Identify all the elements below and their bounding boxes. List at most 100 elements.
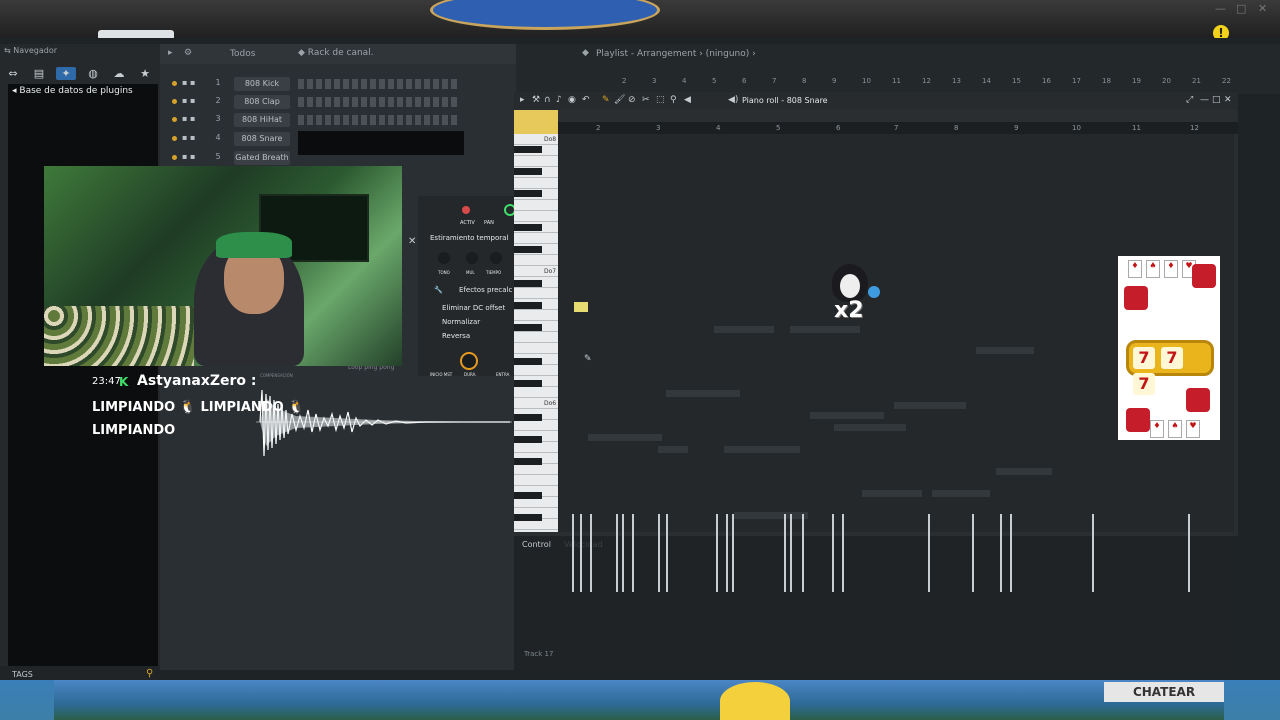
ghost-note[interactable] bbox=[734, 512, 808, 519]
mute-led[interactable] bbox=[172, 136, 177, 141]
arrow-right-icon[interactable]: ▸ bbox=[520, 95, 525, 105]
channel-row[interactable]: ▪ ▪ 4 808 Snare bbox=[168, 131, 508, 155]
channel-row[interactable]: ▪ ▪ 2 808 Clap bbox=[168, 94, 508, 110]
mute-led[interactable] bbox=[172, 99, 177, 104]
browser-title: ⇆ Navegador bbox=[4, 46, 58, 55]
arrow-right-icon[interactable]: ▸ bbox=[168, 48, 173, 58]
pan-icon[interactable]: ▪ ▪ bbox=[182, 133, 195, 142]
play-icon[interactable]: ◀ bbox=[684, 95, 691, 105]
activ-led[interactable] bbox=[462, 206, 470, 214]
duration-knob[interactable] bbox=[460, 352, 478, 370]
tiempo-knob[interactable] bbox=[490, 252, 502, 264]
step-sequencer[interactable] bbox=[298, 115, 458, 125]
magnet-icon[interactable]: ∩ bbox=[544, 95, 551, 105]
pencil-icon[interactable]: ✎ bbox=[602, 95, 610, 105]
pan-icon[interactable]: ▪ ▪ bbox=[182, 96, 195, 105]
ghost-note[interactable] bbox=[996, 468, 1052, 475]
ruler-tick: 9 bbox=[1014, 124, 1019, 132]
cloud-icon[interactable]: ☁ bbox=[106, 67, 132, 80]
wrench-icon[interactable]: ⚒ bbox=[532, 95, 540, 105]
tree-item-plugin-database[interactable]: ◂ Base de datos de plugins bbox=[8, 84, 158, 98]
pan-icon[interactable]: ▪ ▪ bbox=[182, 78, 195, 87]
gear-icon[interactable]: ⚙ bbox=[184, 48, 192, 58]
ghost-note[interactable] bbox=[666, 390, 740, 397]
detach-icon[interactable]: ⤢ bbox=[1186, 95, 1193, 105]
control-label[interactable]: Control bbox=[522, 540, 551, 549]
step-sequencer[interactable] bbox=[298, 79, 458, 89]
pan-icon[interactable]: ▪ ▪ bbox=[182, 152, 195, 161]
option-normalize[interactable]: Normalizar bbox=[442, 318, 480, 326]
ghost-note[interactable] bbox=[810, 412, 884, 419]
step-sequencer[interactable] bbox=[298, 97, 458, 107]
ruler-tick: 4 bbox=[682, 77, 687, 85]
select-icon[interactable]: ⬚ bbox=[656, 95, 665, 105]
option-reverse[interactable]: Reversa bbox=[442, 332, 470, 340]
ghost-note[interactable] bbox=[834, 424, 906, 431]
zoom-icon[interactable]: ⚲ bbox=[670, 95, 677, 105]
channel-number: 3 bbox=[215, 114, 221, 123]
mute-led[interactable] bbox=[172, 81, 177, 86]
mute-led[interactable] bbox=[172, 117, 177, 122]
star-icon[interactable]: ★ bbox=[132, 67, 158, 80]
channel-name[interactable]: 808 Kick bbox=[234, 77, 290, 91]
velocity-lane[interactable] bbox=[570, 514, 1224, 636]
ghost-note[interactable] bbox=[862, 490, 922, 497]
playlist-ruler[interactable]: 2 3 4 5 6 7 8 9 10 11 12 13 14 15 16 17 … bbox=[596, 77, 1276, 87]
ghost-note[interactable] bbox=[588, 434, 662, 441]
section-title: Estiramiento temporal bbox=[430, 234, 509, 242]
channel-row[interactable]: ▪ ▪ 3 808 HiHat bbox=[168, 112, 508, 128]
speaker-icon[interactable]: ◀) bbox=[728, 95, 738, 105]
maximize-icon[interactable]: □ bbox=[1212, 95, 1221, 105]
mul-knob[interactable] bbox=[466, 252, 478, 264]
globe-icon[interactable]: ◍ bbox=[80, 67, 106, 80]
pan-icon[interactable]: ▪ ▪ bbox=[182, 114, 195, 123]
tono-knob[interactable] bbox=[438, 252, 450, 264]
ghost-note[interactable] bbox=[932, 490, 990, 497]
close-icon[interactable]: ✕ bbox=[1258, 2, 1267, 15]
undo-icon[interactable]: ↶ bbox=[582, 95, 590, 105]
arrows-icon[interactable]: ⇔ bbox=[0, 67, 26, 80]
delete-icon[interactable]: ⊘ bbox=[628, 95, 636, 105]
channel-row[interactable]: ▪ ▪ 5 Gated Breath bbox=[168, 150, 508, 166]
note-label[interactable] bbox=[574, 302, 588, 312]
wrench-icon: 🔧 bbox=[434, 286, 443, 294]
note-icon[interactable]: ♪ bbox=[556, 95, 562, 105]
close-icon[interactable]: ✕ bbox=[408, 236, 416, 247]
close-icon[interactable]: ✕ bbox=[1224, 95, 1232, 105]
channel-name[interactable]: 808 Clap bbox=[234, 95, 290, 109]
ghost-note[interactable] bbox=[976, 347, 1034, 354]
record-icon[interactable]: ◉ bbox=[568, 95, 576, 105]
minimize-icon[interactable]: — bbox=[1215, 2, 1226, 15]
mute-led[interactable] bbox=[172, 155, 177, 160]
warning-icon: ! bbox=[1213, 25, 1229, 38]
ghost-note[interactable] bbox=[714, 326, 774, 333]
ghost-note[interactable] bbox=[658, 446, 688, 453]
channel-name[interactable]: 808 Snare bbox=[234, 132, 290, 146]
stream-top-banner: ! — □ ✕ bbox=[0, 0, 1280, 38]
banner-character bbox=[720, 682, 790, 720]
piano-keyboard[interactable]: Do8 Do7 Do6 bbox=[514, 134, 558, 532]
channel-name[interactable]: Gated Breath bbox=[234, 151, 290, 165]
tab-pan[interactable]: PAN bbox=[484, 220, 494, 226]
filter-dropdown[interactable]: Todos bbox=[230, 49, 255, 59]
minimize-icon[interactable]: — bbox=[1200, 95, 1209, 105]
ghost-note[interactable] bbox=[724, 446, 800, 453]
chat-button[interactable]: CHATEAR bbox=[1104, 682, 1224, 702]
ghost-note[interactable] bbox=[894, 402, 966, 409]
knob-label: TONO bbox=[438, 270, 450, 275]
search-icon[interactable]: ⚲ bbox=[146, 668, 153, 679]
ruler-tick: 18 bbox=[1102, 77, 1111, 85]
control-param[interactable]: Velocidad bbox=[564, 540, 603, 549]
maximize-icon[interactable]: □ bbox=[1236, 2, 1246, 15]
channel-row[interactable]: ▪ ▪ 1 808 Kick bbox=[168, 76, 508, 92]
piano-roll-ruler[interactable]: 2 3 4 5 6 7 8 9 10 11 12 bbox=[558, 122, 1238, 134]
file-icon[interactable]: ▤ bbox=[26, 67, 52, 80]
playlist-title[interactable]: Playlist - Arrangement › (ninguno) › bbox=[596, 49, 756, 59]
slice-icon[interactable]: ✂ bbox=[642, 95, 650, 105]
channel-name[interactable]: 808 HiHat bbox=[234, 113, 290, 127]
brush-icon[interactable]: 🖌 bbox=[614, 95, 625, 105]
option-remove-dc[interactable]: Eliminar DC offset bbox=[442, 304, 505, 312]
tab-activ[interactable]: ACTIV bbox=[460, 220, 475, 226]
slot-reel: 7 bbox=[1133, 347, 1155, 369]
plugin-icon[interactable]: ✦ bbox=[56, 66, 76, 80]
